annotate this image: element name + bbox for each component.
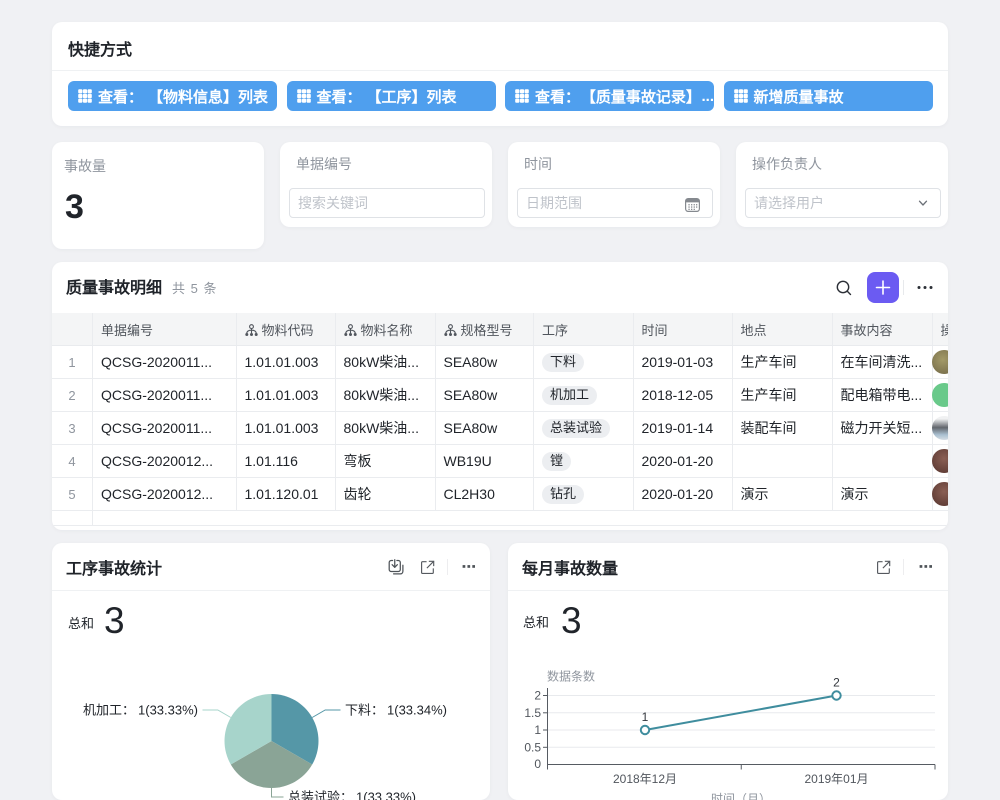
svg-text:1: 1 [534, 723, 541, 737]
svg-text:2: 2 [833, 676, 840, 690]
svg-text:下料：1(33.34%): 下料：1(33.34%) [345, 703, 447, 718]
svg-text:总装试验：1(33.33%): 总装试验：1(33.33%) [288, 790, 416, 800]
svg-text:数据条数: 数据条数 [547, 669, 595, 684]
svg-text:0.5: 0.5 [524, 740, 541, 754]
svg-text:2018年12月: 2018年12月 [613, 772, 677, 786]
svg-text:0: 0 [534, 757, 541, 771]
svg-text:2019年01月: 2019年01月 [804, 772, 868, 786]
svg-text:1.5: 1.5 [524, 706, 541, 720]
svg-text:2: 2 [534, 689, 541, 703]
svg-text:时间（月）: 时间（月） [711, 792, 771, 800]
svg-text:机加工：1(33.33%): 机加工：1(33.33%) [83, 703, 198, 718]
svg-text:1: 1 [642, 710, 649, 724]
